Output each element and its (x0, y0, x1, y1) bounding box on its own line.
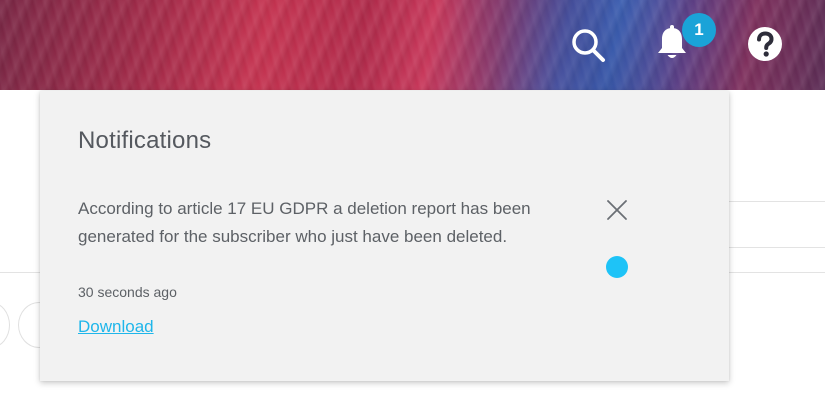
notification-timestamp: 30 seconds ago (78, 284, 177, 300)
notification-message: According to article 17 EU GDPR a deleti… (78, 199, 531, 246)
notifications-panel: Notifications According to article 17 EU… (40, 91, 729, 381)
notification-count-badge: 1 (682, 13, 716, 47)
close-icon[interactable] (605, 198, 629, 222)
background-divider (0, 272, 40, 273)
download-link[interactable]: Download (78, 317, 154, 337)
background-round-button (0, 302, 10, 348)
search-icon[interactable] (568, 25, 608, 65)
background-divider (729, 272, 825, 273)
unread-indicator[interactable] (606, 256, 628, 278)
panel-title: Notifications (78, 127, 212, 154)
background-field-border (729, 247, 825, 248)
help-icon[interactable] (745, 24, 785, 64)
app-window: 1 Notifications According to article 17 … (0, 0, 825, 403)
background-field-border (729, 201, 825, 202)
